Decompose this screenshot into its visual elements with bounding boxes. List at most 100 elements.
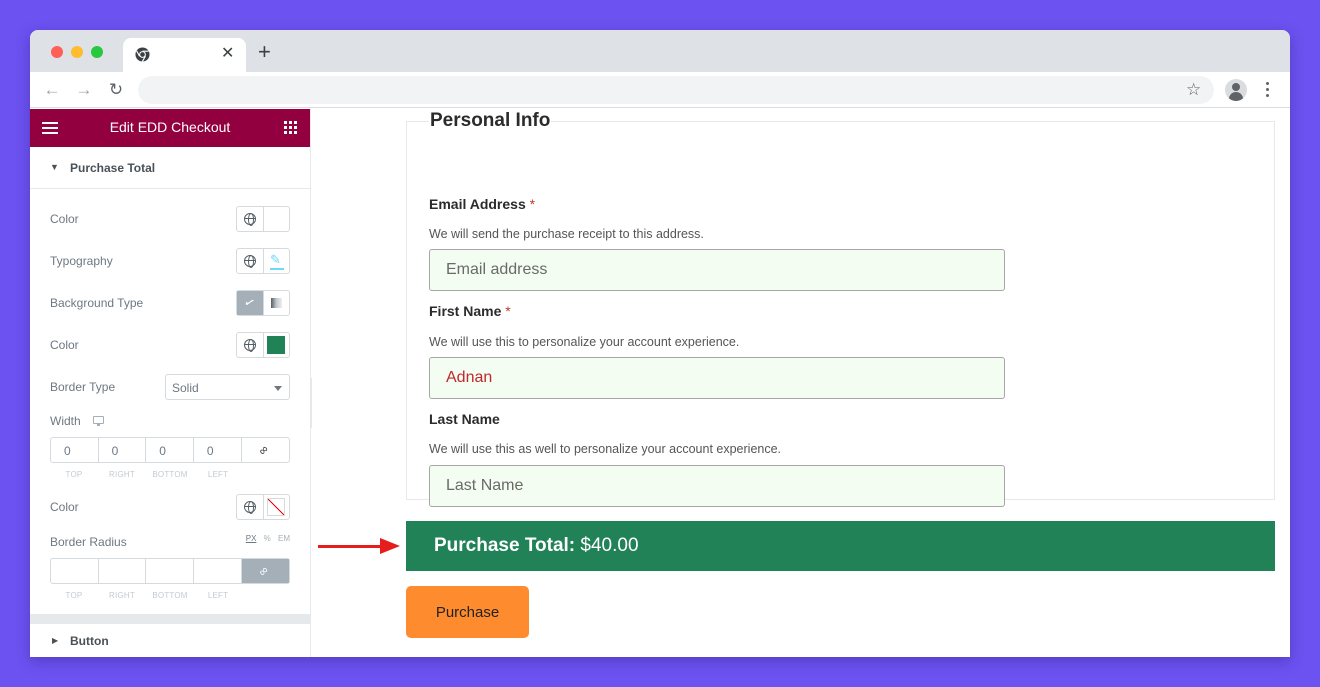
globe-icon: [244, 339, 256, 352]
link-icon: ∞: [254, 442, 271, 458]
section-purchase-total[interactable]: ▼ Purchase Total: [30, 147, 310, 189]
unit-em[interactable]: EM: [278, 534, 290, 543]
unit-px[interactable]: PX: [246, 534, 257, 543]
control-label: Color: [50, 500, 79, 514]
email-description: We will send the purchase receipt to thi…: [429, 227, 704, 241]
pencil-icon: ✎: [270, 252, 281, 267]
side-label: BOTTOM: [152, 591, 188, 600]
section-label: Purchase Total: [70, 161, 156, 175]
color-picker[interactable]: [263, 495, 289, 519]
maximize-window-button[interactable]: [91, 46, 103, 58]
control-border-color: Color: [50, 494, 290, 520]
last-name-input[interactable]: [429, 465, 1005, 507]
color-picker[interactable]: [263, 333, 289, 357]
email-input[interactable]: [429, 249, 1005, 291]
radius-side-labels: TOP RIGHT BOTTOM LEFT: [50, 591, 290, 600]
control-width-label: Width: [50, 408, 290, 434]
first-name-label: First Name *: [429, 303, 511, 319]
radius-top-input[interactable]: [51, 559, 99, 583]
last-name-description: We will use this as well to personalize …: [429, 442, 782, 456]
purchase-button[interactable]: Purchase: [406, 586, 529, 638]
side-label: TOP: [65, 470, 83, 479]
required-mark: *: [505, 303, 511, 319]
fieldset-legend: Personal Info: [429, 110, 552, 132]
annotation-arrow: [318, 545, 384, 548]
unit-switcher: PX % EM: [241, 534, 290, 543]
edit-typography-button[interactable]: ✎: [263, 249, 289, 273]
desktop-device-icon[interactable]: [93, 416, 104, 426]
color-swatch: [267, 210, 285, 228]
browser-toolbar: ← → ↻ ☆: [30, 72, 1290, 108]
close-window-button[interactable]: [51, 46, 63, 58]
side-label: LEFT: [207, 470, 229, 479]
global-colors-button[interactable]: [237, 495, 263, 519]
border-width-inputs: 0 0 0 0 ∞: [50, 437, 290, 463]
tab-strip: ✕ +: [30, 30, 1290, 72]
side-label: TOP: [65, 591, 83, 600]
link-values-button[interactable]: ∞: [242, 438, 289, 462]
section-button[interactable]: ▶ Button: [30, 624, 311, 657]
dropdown-arrow-icon: [274, 386, 282, 391]
close-tab-icon[interactable]: ✕: [221, 44, 234, 64]
purchase-total-amount: $40.00: [580, 535, 639, 556]
caret-right-icon: ▶: [52, 636, 59, 645]
global-colors-button[interactable]: [237, 207, 263, 231]
control-label: Width: [50, 414, 81, 428]
forward-icon[interactable]: →: [73, 79, 95, 101]
width-bottom-input[interactable]: 0: [146, 438, 194, 462]
caret-down-icon: ▼: [50, 162, 59, 172]
page-preview: Personal Info Email Address * We will se…: [312, 109, 1290, 657]
no-color-swatch: [267, 498, 285, 516]
width-right-input[interactable]: 0: [99, 438, 147, 462]
control-border-radius-label: Border Radius PX % EM: [50, 529, 290, 555]
radius-left-input[interactable]: [194, 559, 242, 583]
first-name-input[interactable]: [429, 357, 1005, 399]
control-border-type: Border Type Solid: [50, 374, 290, 400]
control-label: Color: [50, 212, 79, 226]
control-text-color: Color: [50, 206, 290, 232]
profile-avatar-icon[interactable]: [1225, 79, 1247, 101]
label-text: First Name: [429, 303, 502, 319]
editor-panel: Edit EDD Checkout ▼ Purchase Total Color…: [30, 109, 311, 657]
color-swatch: [267, 336, 285, 354]
widgets-grid-icon[interactable]: [284, 121, 297, 134]
browser-menu-icon[interactable]: [1262, 80, 1274, 100]
back-icon[interactable]: ←: [41, 79, 63, 101]
panel-title: Edit EDD Checkout: [109, 119, 231, 135]
width-left-input[interactable]: 0: [194, 438, 242, 462]
link-values-button[interactable]: ∞: [241, 559, 289, 583]
unit-percent[interactable]: %: [264, 534, 271, 543]
global-fonts-button[interactable]: [237, 249, 263, 273]
bookmark-star-icon[interactable]: ☆: [1186, 79, 1201, 101]
browser-tab[interactable]: ✕: [123, 38, 246, 72]
color-picker[interactable]: [263, 207, 289, 231]
first-name-description: We will use this to personalize your acc…: [429, 335, 740, 349]
radius-right-input[interactable]: [99, 559, 147, 583]
border-type-select[interactable]: Solid: [165, 374, 290, 400]
new-tab-button[interactable]: +: [258, 41, 271, 63]
purchase-total-label: Purchase Total:: [434, 535, 576, 556]
global-colors-button[interactable]: [237, 333, 263, 357]
purchase-total-text: Purchase Total: $40.00: [434, 535, 639, 557]
required-mark: *: [529, 196, 536, 212]
chrome-icon: [135, 47, 150, 62]
side-label: RIGHT: [109, 591, 135, 600]
reload-icon[interactable]: ↻: [105, 79, 127, 101]
radius-bottom-input[interactable]: [146, 559, 194, 583]
globe-icon: [244, 213, 256, 226]
control-background-color: Color: [50, 332, 290, 358]
width-top-input[interactable]: 0: [51, 438, 99, 462]
purchase-total-bar: Purchase Total: $40.00: [406, 521, 1275, 571]
control-label: Typography: [50, 254, 113, 268]
control-label: Background Type: [50, 296, 144, 310]
address-bar[interactable]: [138, 76, 1214, 104]
gradient-icon: [271, 298, 282, 308]
background-gradient-button[interactable]: [263, 291, 289, 315]
label-text: Email Address: [429, 196, 526, 212]
side-label: BOTTOM: [152, 470, 188, 479]
minimize-window-button[interactable]: [71, 46, 83, 58]
annotation-arrow-head: [380, 538, 400, 554]
globe-icon: [244, 255, 256, 268]
control-label: Border Radius: [50, 535, 127, 549]
background-classic-button[interactable]: ✓: [237, 291, 263, 315]
